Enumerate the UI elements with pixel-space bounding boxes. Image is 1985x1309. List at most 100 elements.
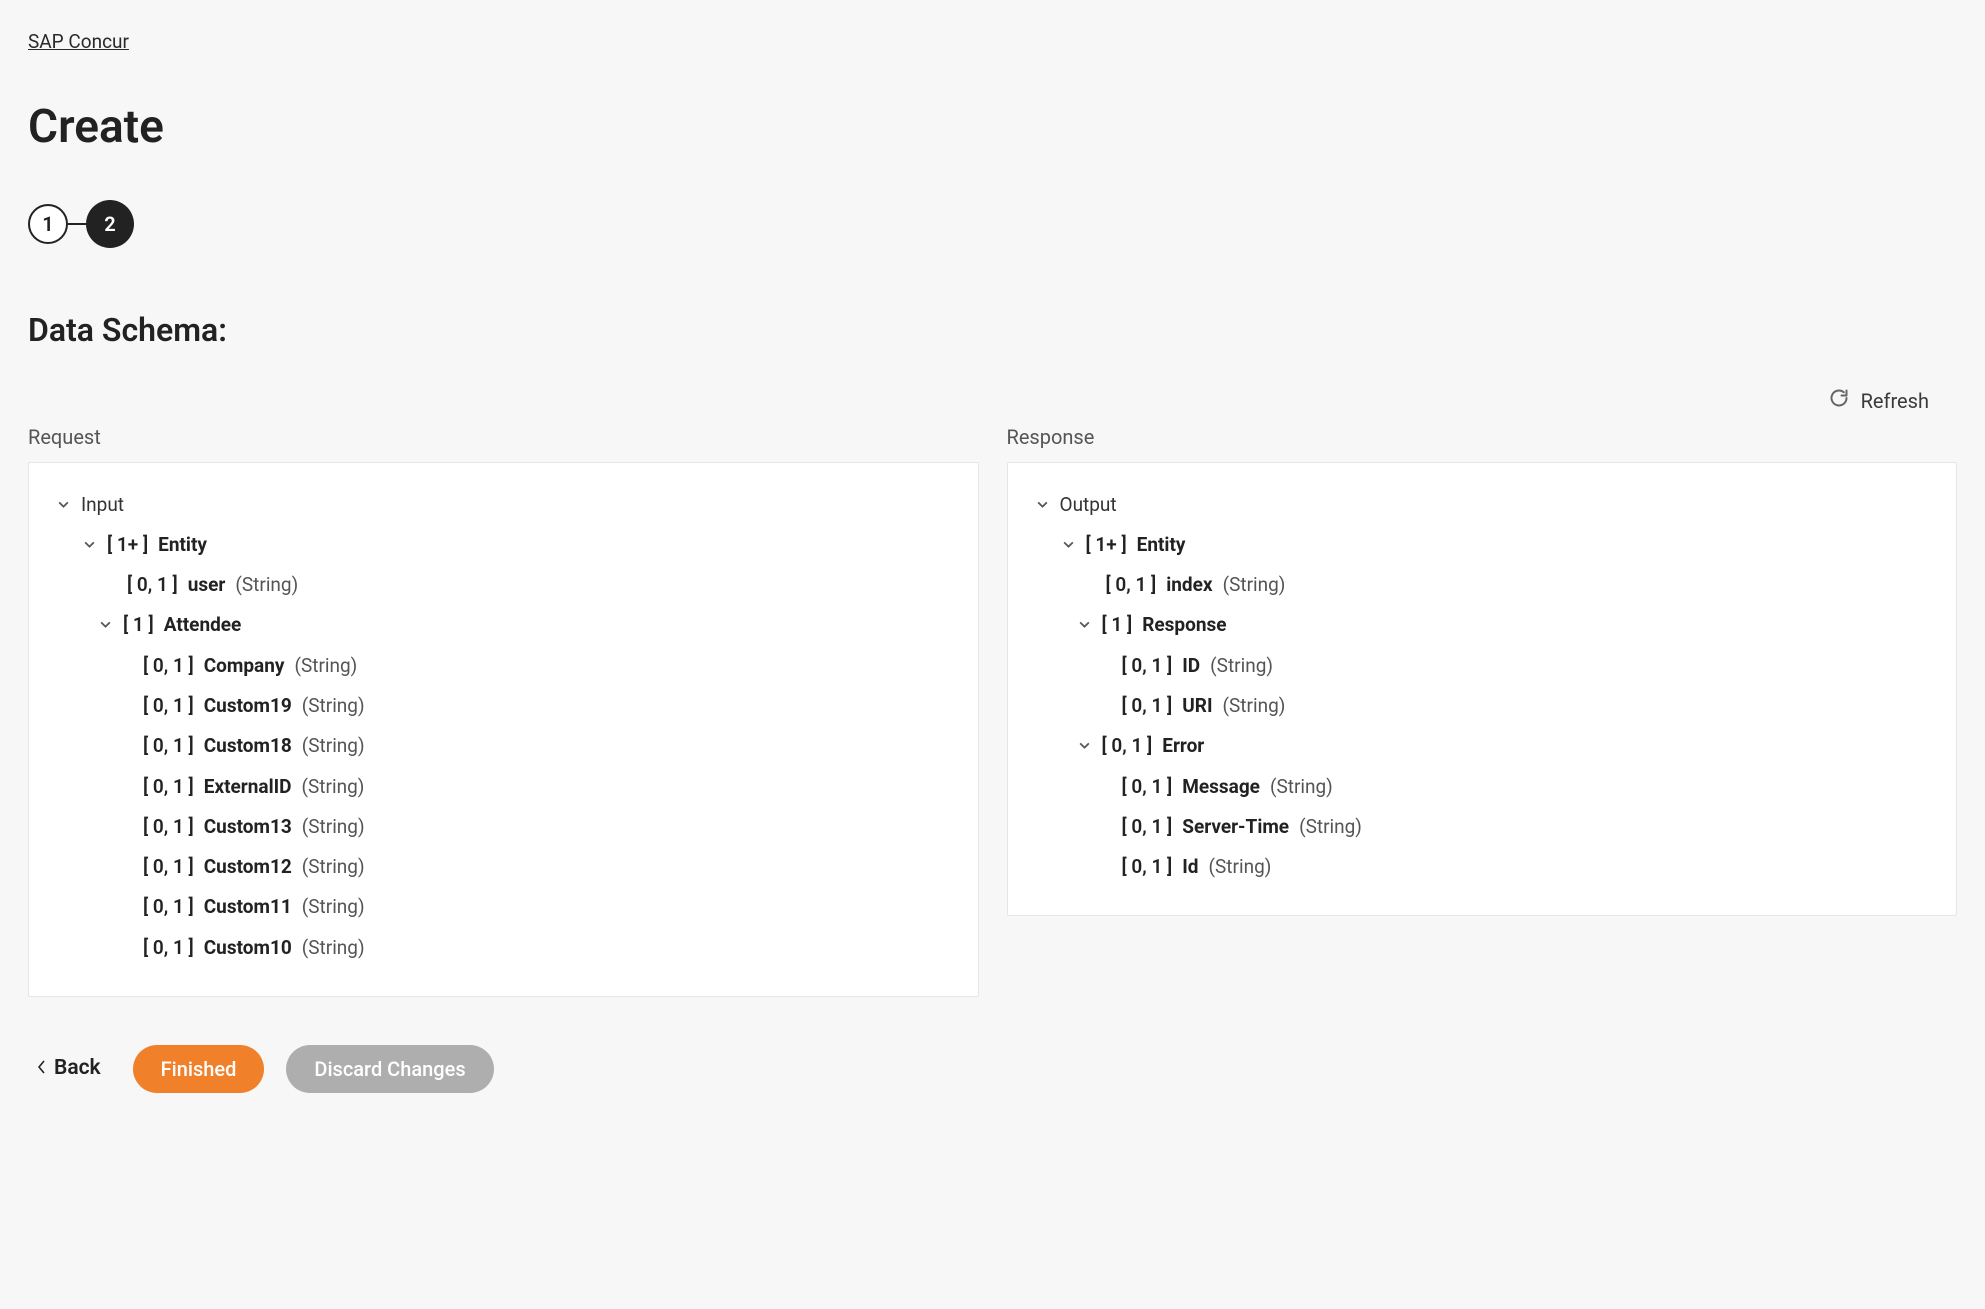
response-root-label: Output bbox=[1060, 489, 1117, 521]
field-type: (String) bbox=[1223, 690, 1286, 722]
request-node: [ 0, 1 ] Custom10 (String) bbox=[57, 928, 950, 968]
field-name: Custom11 bbox=[204, 891, 292, 923]
chevron-down-icon[interactable] bbox=[1062, 529, 1076, 561]
field-type: (String) bbox=[1299, 811, 1362, 843]
field-name: Custom12 bbox=[204, 851, 292, 883]
chevron-down-icon[interactable] bbox=[1036, 489, 1050, 521]
field-type: (String) bbox=[302, 730, 365, 762]
discard-button[interactable]: Discard Changes bbox=[286, 1045, 493, 1093]
field-name: Error bbox=[1162, 730, 1204, 762]
field-type: (String) bbox=[1223, 569, 1286, 601]
step-2[interactable]: 2 bbox=[86, 200, 134, 248]
field-type: (String) bbox=[302, 690, 365, 722]
finished-button[interactable]: Finished bbox=[133, 1045, 265, 1093]
cardinality: [ 0, 1 ] bbox=[127, 569, 178, 601]
response-node: [ 0, 1 ] Server-Time (String) bbox=[1036, 807, 1929, 847]
field-name: Entity bbox=[158, 529, 207, 561]
response-node[interactable]: [ 1 ] Response bbox=[1036, 605, 1929, 645]
request-node: [ 0, 1 ] Custom11 (String) bbox=[57, 887, 950, 927]
cardinality: [ 0, 1 ] bbox=[1102, 730, 1153, 762]
request-node: [ 0, 1 ] user (String) bbox=[57, 565, 950, 605]
chevron-left-icon bbox=[38, 1053, 46, 1085]
field-type: (String) bbox=[302, 811, 365, 843]
cardinality: [ 0, 1 ] bbox=[143, 891, 194, 923]
cardinality: [ 0, 1 ] bbox=[1122, 771, 1173, 803]
cardinality: [ 0, 1 ] bbox=[143, 771, 194, 803]
response-root[interactable]: Output bbox=[1036, 485, 1929, 525]
request-node: [ 0, 1 ] ExternalID (String) bbox=[57, 767, 950, 807]
back-button[interactable]: Back bbox=[28, 1053, 111, 1085]
chevron-down-icon[interactable] bbox=[1078, 730, 1092, 762]
cardinality: [ 0, 1 ] bbox=[1122, 851, 1173, 883]
cardinality: [ 0, 1 ] bbox=[143, 730, 194, 762]
request-node: [ 0, 1 ] Company (String) bbox=[57, 646, 950, 686]
cardinality: [ 0, 1 ] bbox=[1122, 650, 1173, 682]
field-type: (String) bbox=[1270, 771, 1333, 803]
field-name: Custom13 bbox=[204, 811, 292, 843]
request-node: [ 0, 1 ] Custom18 (String) bbox=[57, 726, 950, 766]
field-type: (String) bbox=[302, 851, 365, 883]
cardinality: [ 0, 1 ] bbox=[1122, 811, 1173, 843]
stepper: 1 2 bbox=[28, 200, 1957, 248]
field-type: (String) bbox=[302, 771, 365, 803]
field-name: Message bbox=[1182, 771, 1260, 803]
field-name: Custom19 bbox=[204, 690, 292, 722]
field-name: Response bbox=[1142, 609, 1226, 641]
request-node[interactable]: [ 1+ ] Entity bbox=[57, 525, 950, 565]
response-node: [ 0, 1 ] Id (String) bbox=[1036, 847, 1929, 887]
field-name: Server-Time bbox=[1182, 811, 1289, 843]
cardinality: [ 1+ ] bbox=[107, 529, 148, 561]
request-panel: Input [ 1+ ] Entity[ 0, 1 ] user (String… bbox=[28, 462, 979, 998]
field-name: index bbox=[1166, 569, 1212, 601]
step-connector bbox=[68, 223, 86, 225]
cardinality: [ 1 ] bbox=[123, 609, 154, 641]
cardinality: [ 0, 1 ] bbox=[143, 650, 194, 682]
refresh-label: Refresh bbox=[1861, 386, 1929, 416]
field-name: Attendee bbox=[164, 609, 242, 641]
field-type: (String) bbox=[235, 569, 298, 601]
response-label: Response bbox=[1007, 422, 1958, 452]
field-name: Id bbox=[1182, 851, 1198, 883]
request-node: [ 0, 1 ] Custom13 (String) bbox=[57, 807, 950, 847]
response-node[interactable]: [ 1+ ] Entity bbox=[1036, 525, 1929, 565]
field-name: URI bbox=[1182, 690, 1212, 722]
response-panel: Output [ 1+ ] Entity[ 0, 1 ] index (Stri… bbox=[1007, 462, 1958, 917]
chevron-down-icon[interactable] bbox=[57, 489, 71, 521]
cardinality: [ 1 ] bbox=[1102, 609, 1133, 641]
field-name: Custom10 bbox=[204, 932, 292, 964]
breadcrumb[interactable]: SAP Concur bbox=[28, 28, 129, 57]
field-type: (String) bbox=[1210, 650, 1273, 682]
field-name: Company bbox=[204, 650, 285, 682]
page-title: Create bbox=[28, 93, 1957, 162]
back-label: Back bbox=[54, 1053, 101, 1085]
step-1[interactable]: 1 bbox=[28, 204, 68, 244]
cardinality: [ 0, 1 ] bbox=[143, 690, 194, 722]
chevron-down-icon[interactable] bbox=[1078, 609, 1092, 641]
chevron-down-icon[interactable] bbox=[99, 609, 113, 641]
request-node: [ 0, 1 ] Custom19 (String) bbox=[57, 686, 950, 726]
request-root[interactable]: Input bbox=[57, 485, 950, 525]
cardinality: [ 0, 1 ] bbox=[143, 811, 194, 843]
chevron-down-icon[interactable] bbox=[83, 529, 97, 561]
refresh-button[interactable]: Refresh bbox=[1829, 386, 1929, 416]
cardinality: [ 0, 1 ] bbox=[143, 851, 194, 883]
cardinality: [ 1+ ] bbox=[1086, 529, 1127, 561]
request-node: [ 0, 1 ] Custom12 (String) bbox=[57, 847, 950, 887]
response-node: [ 0, 1 ] ID (String) bbox=[1036, 646, 1929, 686]
field-type: (String) bbox=[302, 891, 365, 923]
response-node: [ 0, 1 ] Message (String) bbox=[1036, 767, 1929, 807]
cardinality: [ 0, 1 ] bbox=[1106, 569, 1157, 601]
cardinality: [ 0, 1 ] bbox=[143, 932, 194, 964]
request-node[interactable]: [ 1 ] Attendee bbox=[57, 605, 950, 645]
field-name: ExternalID bbox=[204, 771, 292, 803]
response-node[interactable]: [ 0, 1 ] Error bbox=[1036, 726, 1929, 766]
field-name: Custom18 bbox=[204, 730, 292, 762]
field-name: user bbox=[188, 569, 226, 601]
section-heading: Data Schema: bbox=[28, 306, 1957, 354]
field-name: Entity bbox=[1137, 529, 1186, 561]
response-node: [ 0, 1 ] index (String) bbox=[1036, 565, 1929, 605]
response-node: [ 0, 1 ] URI (String) bbox=[1036, 686, 1929, 726]
refresh-icon bbox=[1829, 386, 1849, 416]
request-label: Request bbox=[28, 422, 979, 452]
field-type: (String) bbox=[302, 932, 365, 964]
